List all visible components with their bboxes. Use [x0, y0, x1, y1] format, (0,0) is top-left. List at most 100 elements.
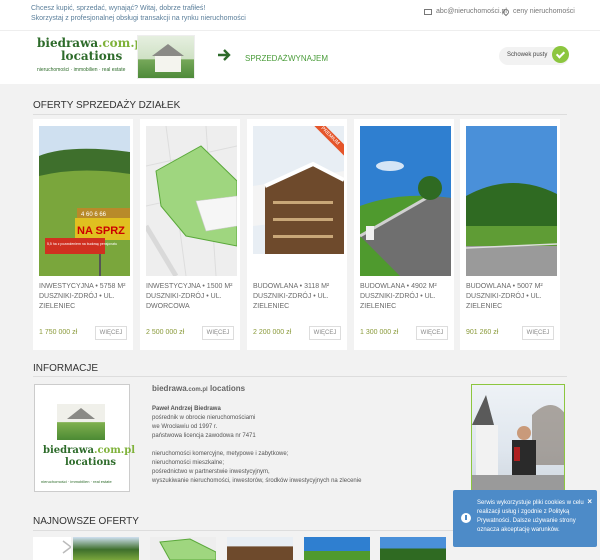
info-logo-brand-tld: .com.pl — [93, 445, 136, 456]
sign-text: NA SPRZ — [77, 225, 125, 237]
offer-description: INWESTYCYJNA • 1500 M² DUSZNIKI-ZDRÓJ • U… — [146, 283, 233, 310]
offer-location: DUSZNIKI-ZDRÓJ • UL. ZIELENIEC — [360, 293, 436, 310]
offer-type: BUDOWLANA — [466, 283, 511, 290]
info-logo-sub: locations — [65, 457, 117, 468]
offer-description: BUDOWLANA • 4902 M² DUSZNIKI-ZDRÓJ • UL. … — [360, 283, 437, 310]
offer-card[interactable]: 4 60 6 66 NA SPRZ 5,5 ha z pozwoleniem n… — [33, 119, 133, 350]
offer-photo — [466, 126, 557, 276]
offer-type: INWESTYCYJNA — [39, 283, 94, 290]
info-company-sub: locations — [209, 384, 246, 393]
site-logo[interactable]: biedrawa.com.pl locations nieruchomości … — [37, 36, 148, 77]
newest-thumb[interactable] — [150, 537, 216, 560]
offer-area: 3118 M² — [304, 283, 330, 290]
offer-area: 4902 M² — [411, 283, 437, 290]
info-logo-brand: biedrawa.com.pl — [43, 445, 135, 456]
logo-tagline: nieruchomości · immobilien · real estate — [37, 67, 126, 73]
offer-area: 5007 M² — [517, 283, 543, 290]
info-line: pośrednik w obrocie nieruchomościami — [152, 415, 256, 421]
offer-card[interactable]: BUDOWLANA • 5007 M² DUSZNIKI-ZDRÓJ • UL. … — [460, 119, 560, 350]
info-line: państwowa licencja zawodowa nr 7471 — [152, 433, 256, 439]
offer-photo — [360, 126, 451, 276]
info-logo-tagline: nieruchomości · immobilien · real estate — [41, 479, 112, 484]
top-bar: Chcesz kupić, sprzedać, wynająć? Witaj, … — [0, 0, 600, 30]
prices-link[interactable]: ceny nieruchomości — [501, 7, 575, 16]
offer-location: DUSZNIKI-ZDRÓJ • UL. ZIELENIEC — [466, 293, 542, 310]
agent-portrait — [471, 384, 565, 494]
offer-map — [146, 126, 237, 276]
more-button[interactable]: WIĘCEJ — [309, 326, 341, 340]
tagline-primary: Chcesz kupić, sprzedać, wynająć? Witaj, … — [31, 5, 206, 12]
offer-card[interactable]: PREMIUM BUDOWLANA • 3118 M² DUSZNIKI-ZDRÓ… — [247, 119, 347, 350]
info-line: wyszukiwanie nieruchomości, inwestorów, … — [152, 478, 362, 484]
clipboard-label: Schowek pusty — [507, 52, 548, 58]
info-divider — [33, 376, 567, 377]
info-company-name: biedrawa — [152, 384, 187, 393]
offer-type: INWESTYCYJNA — [146, 283, 201, 290]
more-button[interactable]: WIĘCEJ — [416, 326, 448, 340]
logo-brand-name: biedrawa — [37, 36, 99, 50]
email-link[interactable]: abc@nieruchomości.pl — [424, 8, 507, 15]
offers-title: OFERTY SPRZEDAŻY DZIAŁEK — [33, 100, 181, 111]
logo-house-image — [137, 35, 195, 79]
logo-sub: locations — [61, 49, 123, 63]
offer-description: BUDOWLANA • 5007 M² DUSZNIKI-ZDRÓJ • UL. … — [466, 283, 543, 310]
more-button[interactable]: WIĘCEJ — [95, 326, 127, 340]
nav-rent[interactable]: WYNAJEM — [288, 54, 328, 63]
more-button[interactable]: WIĘCEJ — [202, 326, 234, 340]
offer-price: 2 200 000 zł — [253, 329, 292, 336]
logo-house-image — [57, 404, 105, 440]
offer-location: DUSZNIKI-ZDRÓJ • UL. ZIELENIEC — [253, 293, 329, 310]
offer-description: BUDOWLANA • 3118 M² DUSZNIKI-ZDRÓJ • UL. … — [253, 283, 330, 310]
offers-divider — [33, 114, 567, 115]
more-button[interactable]: WIĘCEJ — [522, 326, 554, 340]
clipboard-button[interactable]: Schowek pusty — [499, 46, 569, 65]
info-logo: biedrawa.com.pl locations nieruchomości … — [34, 384, 135, 492]
checkmark-icon — [552, 46, 569, 63]
info-line: we Wrocławiu od 1997 r. — [152, 424, 218, 430]
prices-link-text: ceny nieruchomości — [513, 8, 575, 15]
info-person: Paweł Andrzej Biedrawa — [152, 406, 221, 412]
newest-thumb[interactable] — [73, 537, 139, 560]
offer-photo: 4 60 6 66 NA SPRZ 5,5 ha z pozwoleniem n… — [39, 126, 130, 276]
offer-type: BUDOWLANA — [253, 283, 298, 290]
offer-card[interactable]: BUDOWLANA • 4902 M² DUSZNIKI-ZDRÓJ • UL. … — [354, 119, 454, 350]
info-icon — [461, 513, 471, 523]
offer-price: 901 260 zł — [466, 329, 499, 336]
info-line: nieruchomości komercyjne, metypowe i zab… — [152, 451, 289, 457]
info-line: nieruchomości mieszkalne; — [152, 460, 225, 466]
offer-type: BUDOWLANA — [360, 283, 405, 290]
email-text: abc@nieruchomości.pl — [436, 8, 507, 15]
offer-location: DUSZNIKI-ZDRÓJ • UL. DWORCOWA — [146, 293, 222, 310]
info-title: INFORMACJE — [33, 363, 98, 374]
logo-brand: biedrawa.com.pl — [37, 36, 148, 50]
newest-title: NAJNOWSZE OFERTY — [33, 516, 139, 527]
offer-price: 1 750 000 zł — [39, 329, 78, 336]
info-company: biedrawa.com.pl locations — [152, 384, 452, 393]
offer-price: 2 500 000 zł — [146, 329, 185, 336]
info-logo-brand-name: biedrawa — [43, 445, 94, 456]
newest-thumb[interactable] — [227, 537, 293, 560]
sign-note: 5,5 ha z pozwoleniem na budowę pensjonat… — [47, 242, 117, 246]
cookie-message: Serwis wykorzystuje pliki cookies w celu… — [477, 500, 584, 533]
newest-thumb[interactable] — [380, 537, 446, 560]
info-text: biedrawa.com.pl locations Paweł Andrzej … — [152, 384, 452, 486]
cookie-banner: Serwis wykorzystuje pliki cookies w celu… — [453, 490, 597, 547]
info-line: pośrednictwo w partnerstwie inwestycyjny… — [152, 469, 270, 475]
site-header: biedrawa.com.pl locations nieruchomości … — [0, 30, 600, 84]
offer-location: DUSZNIKI-ZDRÓJ • UL. ZIELENIEC — [39, 293, 115, 310]
close-icon[interactable]: × — [587, 497, 592, 506]
nav-sell[interactable]: SPRZEDAŻ — [245, 54, 288, 63]
offer-price: 1 300 000 zł — [360, 329, 399, 336]
sign-area-text: 4 60 6 66 — [81, 212, 107, 218]
offer-area: 1500 M² — [206, 283, 233, 290]
offer-description: INWESTYCYJNA • 5758 M² DUSZNIKI-ZDRÓJ • U… — [39, 283, 126, 310]
tagline-secondary: Skorzystaj z profesjonalnej obsługi tran… — [31, 15, 246, 22]
offer-photo: PREMIUM — [253, 126, 344, 276]
offer-card[interactable]: INWESTYCYJNA • 1500 M² DUSZNIKI-ZDRÓJ • U… — [140, 119, 240, 350]
info-company-tld: .com.pl — [186, 387, 208, 393]
location-pin-icon — [501, 7, 511, 16]
newest-thumb[interactable] — [304, 537, 370, 560]
envelope-icon — [424, 8, 432, 15]
offer-area: 5758 M² — [99, 283, 126, 290]
newest-thumb[interactable] — [33, 537, 71, 560]
